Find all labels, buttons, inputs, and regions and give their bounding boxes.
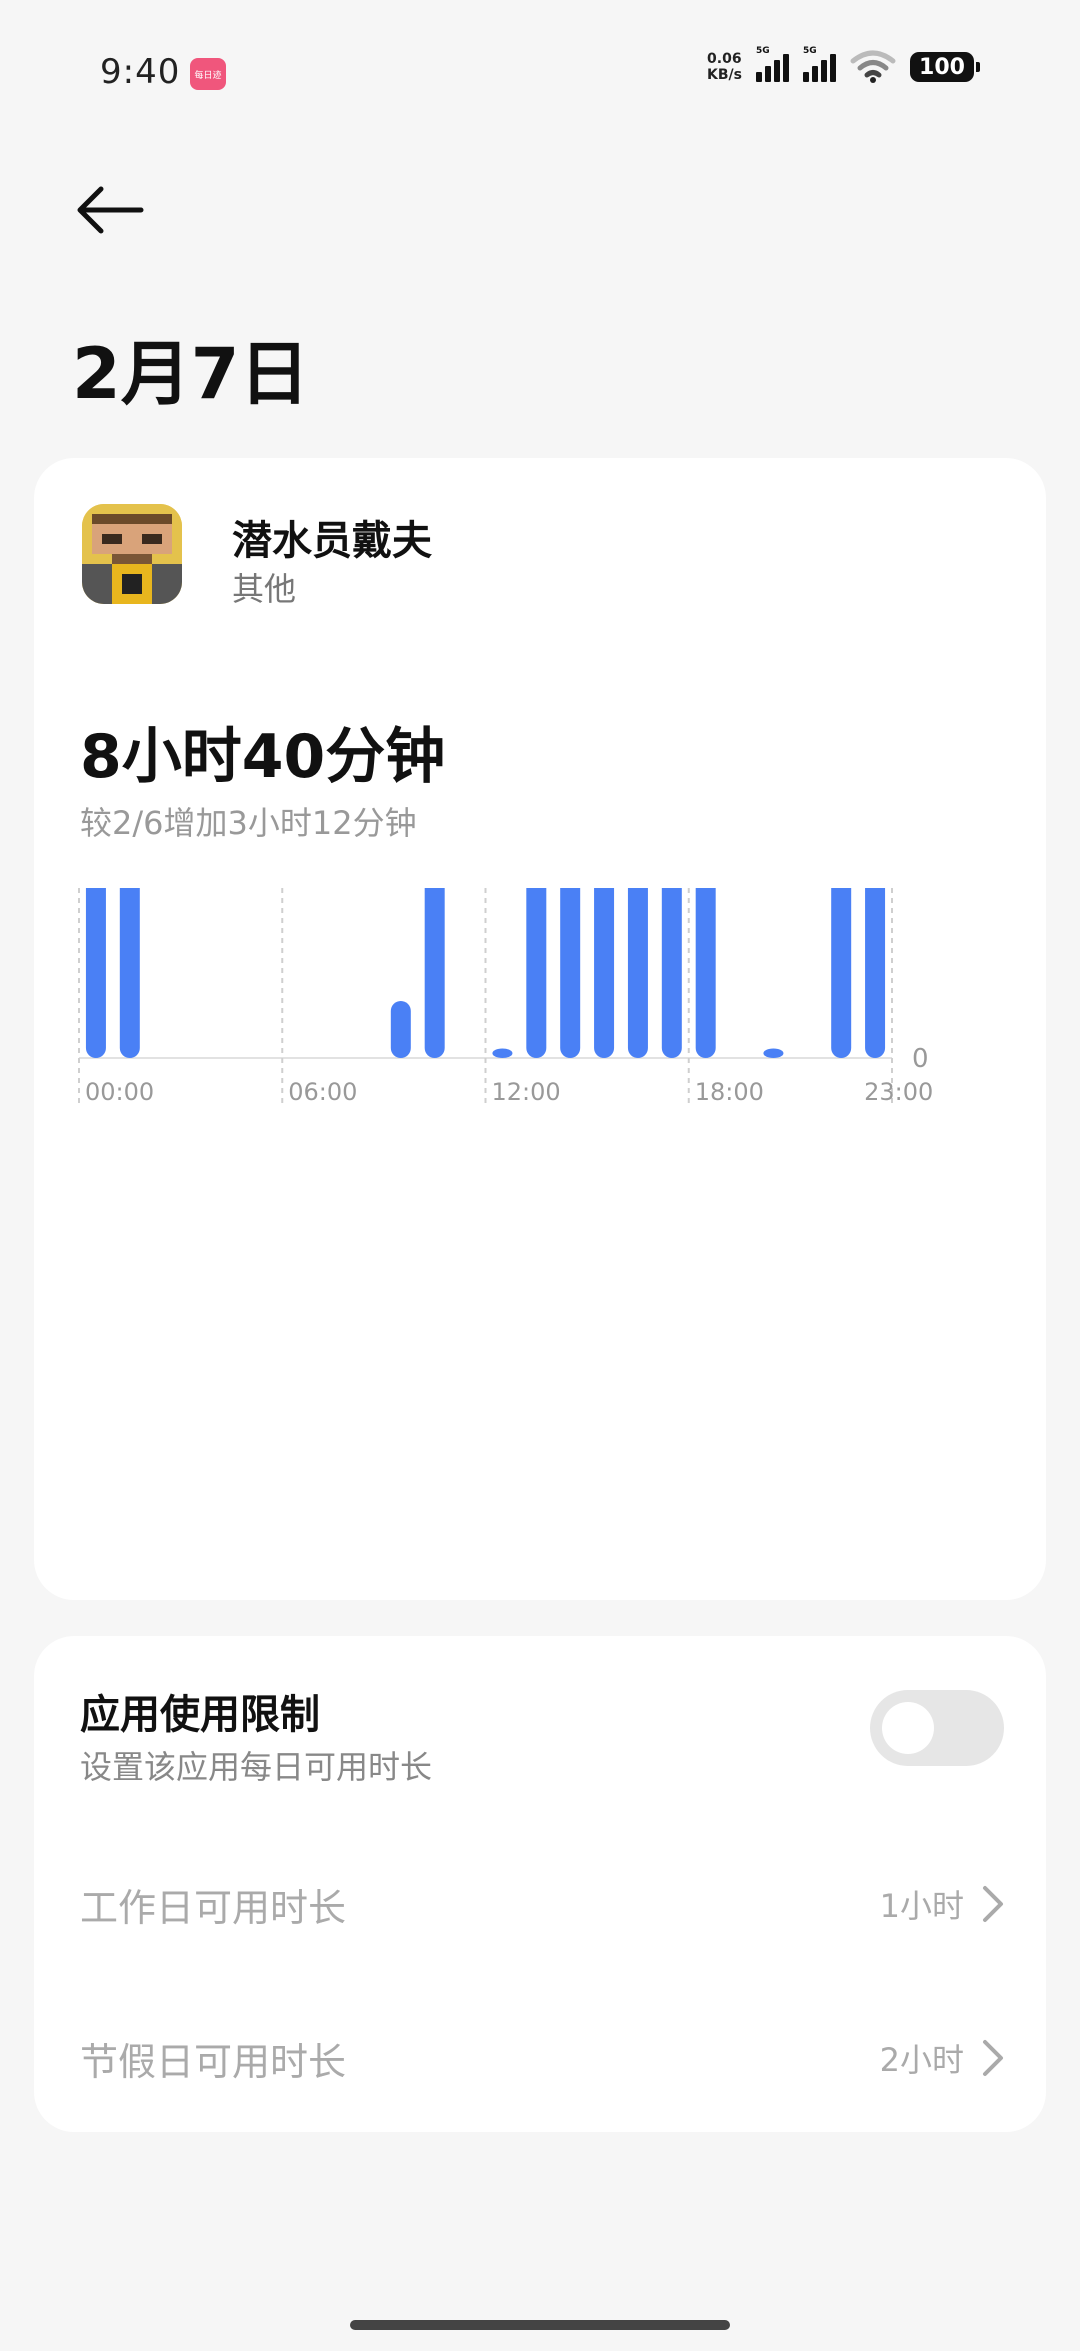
chart-x-tick-label: 06:00 — [288, 1078, 357, 1106]
chart-x-tick-label: 00:00 — [85, 1078, 154, 1106]
sim1-network-type: 5G — [756, 46, 770, 56]
chart-bar — [661, 888, 682, 1058]
workday-limit-row[interactable]: 工作日可用时长 1小时 — [80, 1864, 1004, 1944]
holiday-limit-row[interactable]: 节假日可用时长 2小时 — [80, 2018, 1004, 2098]
chart-bar — [390, 1001, 411, 1058]
sim2-network-type: 5G — [803, 46, 817, 56]
status-indicators: 0.06 KB/s 5G 5G 100 — [707, 46, 980, 84]
holiday-limit-value: 2小时 — [879, 2041, 964, 2079]
hourly-usage-chart: 00:0006:0012:0018:0023:001小时30分钟0 — [78, 888, 933, 1108]
chart-x-tick-label: 12:00 — [492, 1078, 561, 1106]
workday-limit-label: 工作日可用时长 — [80, 1885, 347, 1930]
network-speed: 0.06 KB/s — [707, 51, 742, 83]
chevron-right-icon — [983, 2040, 1003, 2076]
chart-bar — [594, 888, 615, 1058]
chart-bar — [865, 888, 886, 1058]
chart-bar — [424, 888, 445, 1058]
usage-comparison: 较2/6增加3小时12分钟 — [80, 804, 417, 842]
app-category: 其他 — [232, 570, 297, 608]
chart-bar — [763, 1048, 784, 1058]
limit-title: 应用使用限制 — [80, 1692, 320, 1738]
limit-card: 应用使用限制 设置该应用每日可用时长 工作日可用时长 1小时 节假日可用时长 2… — [34, 1636, 1046, 2132]
network-speed-value: 0.06 — [707, 51, 742, 67]
chart-bar — [831, 888, 852, 1058]
holiday-limit-label: 节假日可用时长 — [80, 2039, 347, 2084]
home-indicator[interactable] — [350, 2320, 730, 2330]
chart-bar — [85, 888, 106, 1058]
battery-icon: 100 — [910, 52, 980, 82]
page-title: 2月7日 — [72, 333, 310, 415]
chart-bar — [492, 1048, 513, 1058]
arrow-left-icon — [77, 186, 144, 234]
chevron-right-icon — [983, 1886, 1003, 1922]
toggle-knob — [882, 1702, 934, 1754]
chart-bar — [119, 888, 140, 1058]
status-time: 9:40 — [100, 52, 181, 92]
notification-app-icon: 每日迹 — [190, 58, 226, 90]
chart-bar — [560, 888, 581, 1058]
wifi-icon — [850, 50, 896, 83]
usage-card: 潜水员戴夫 其他 8小时40分钟 较2/6增加3小时12分钟 00:00 06:0… — [34, 458, 1046, 1600]
chart-bar — [627, 888, 648, 1058]
workday-limit-value: 1小时 — [879, 1887, 964, 1925]
signal-icon: 5G — [756, 46, 789, 82]
network-speed-unit: KB/s — [707, 67, 742, 83]
limit-toggle[interactable] — [870, 1690, 1004, 1766]
chart-y-tick-label: 0 — [912, 1044, 929, 1074]
chart-x-tick-label: 23:00 — [864, 1078, 933, 1106]
chart-bar — [526, 888, 547, 1058]
limit-description: 设置该应用每日可用时长 — [80, 1748, 433, 1786]
back-button[interactable] — [70, 175, 150, 245]
app-name: 潜水员戴夫 — [232, 518, 432, 564]
usage-total: 8小时40分钟 — [80, 722, 446, 792]
signal-icon-sim2: 5G — [803, 46, 836, 82]
status-bar: 9:40 每日迹 0.06 KB/s 5G 5G 100 — [0, 0, 1080, 140]
chart-bar — [695, 888, 716, 1058]
battery-level: 100 — [910, 52, 974, 82]
chart-x-tick-label: 18:00 — [695, 1078, 764, 1106]
app-icon — [82, 504, 182, 604]
